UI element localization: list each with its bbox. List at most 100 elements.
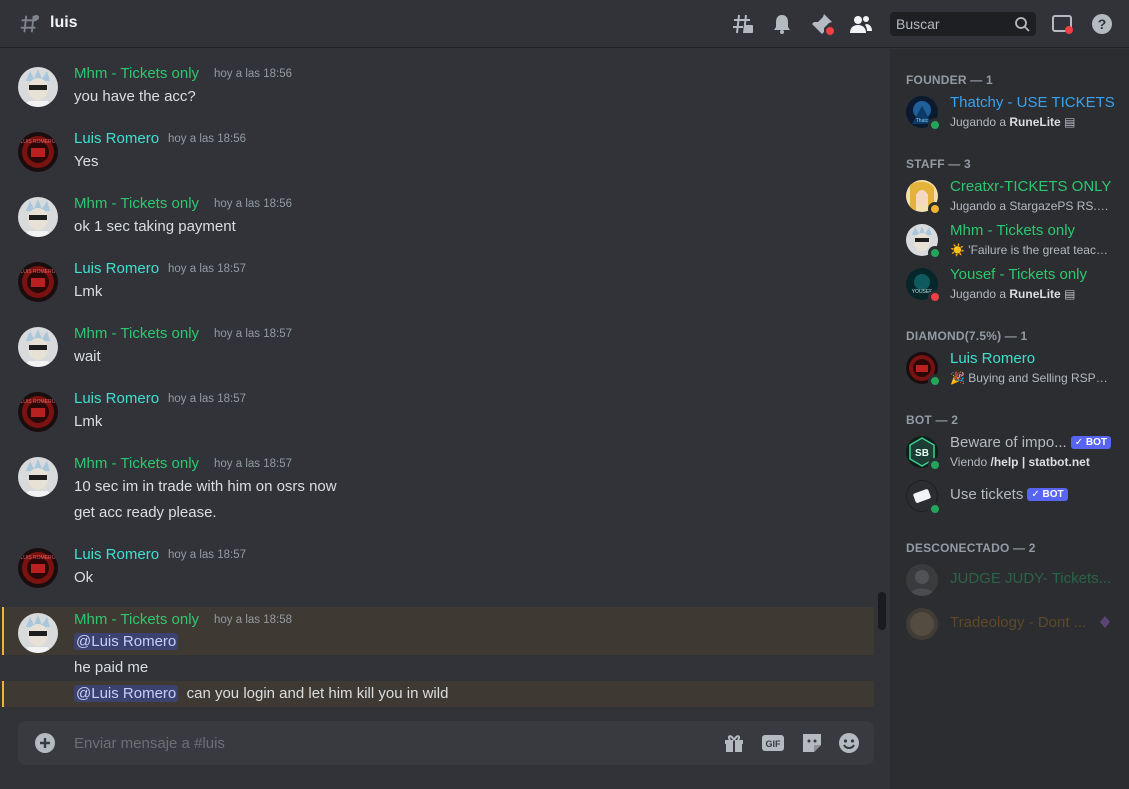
avatar[interactable] bbox=[18, 67, 58, 107]
member-item[interactable]: JUDGE JUDY- Tickets... bbox=[898, 562, 1122, 604]
message-list: Mhm - Tickets only hoy a las 18:56 you h… bbox=[0, 49, 876, 709]
message-author[interactable]: Mhm - Tickets only bbox=[74, 611, 199, 628]
search-box[interactable] bbox=[890, 12, 1036, 36]
message-text: ok 1 sec taking payment bbox=[74, 218, 236, 235]
member-category-header: DESCONECTADO — 2 bbox=[906, 541, 1036, 555]
sticker-icon[interactable] bbox=[800, 731, 824, 755]
message-text: @Luis Romero bbox=[74, 633, 179, 650]
avatar[interactable] bbox=[18, 457, 58, 497]
message-text: Lmk bbox=[74, 413, 103, 430]
boost-gem-icon bbox=[1100, 616, 1110, 628]
message-timestamp: hoy a las 18:57 bbox=[214, 328, 293, 340]
channel-header: luis ? bbox=[0, 0, 1129, 48]
message-text: Ok bbox=[74, 569, 94, 586]
status-online-icon bbox=[928, 246, 942, 260]
message-author[interactable]: Mhm - Tickets only bbox=[74, 325, 199, 342]
member-avatar bbox=[906, 564, 938, 596]
member-list-icon[interactable] bbox=[849, 12, 873, 36]
avatar[interactable]: LUIS ROMERO bbox=[18, 132, 58, 172]
avatar[interactable]: LUIS ROMERO bbox=[18, 548, 58, 588]
avatar[interactable] bbox=[18, 197, 58, 237]
add-attachment-icon[interactable] bbox=[34, 732, 56, 754]
message-author[interactable]: Luis Romero bbox=[74, 260, 159, 277]
member-item[interactable]: Creatxr-TICKETS ONLY Jugando a StargazeP… bbox=[898, 178, 1122, 220]
status-online-icon bbox=[928, 374, 942, 388]
message-timestamp: hoy a las 18:56 bbox=[214, 198, 293, 210]
member-name: Luis Romero bbox=[950, 350, 1036, 367]
member-item[interactable]: Thatc Thatchy - USE TICKETS Jugando a Ru… bbox=[898, 94, 1122, 136]
user-mention[interactable]: @Luis Romero bbox=[74, 633, 179, 650]
message-author[interactable]: Luis Romero bbox=[74, 130, 159, 147]
emoji-icon[interactable] bbox=[837, 731, 861, 755]
message-text: wait bbox=[74, 348, 101, 365]
avatar[interactable]: LUIS ROMERO bbox=[18, 262, 58, 302]
message-author[interactable]: Mhm - Tickets only bbox=[74, 455, 199, 472]
message-input[interactable] bbox=[74, 721, 674, 765]
inbox-icon[interactable] bbox=[1050, 12, 1074, 36]
member-name: Mhm - Tickets only bbox=[950, 222, 1076, 239]
member-activity: Viendo /help | statbot.net bbox=[950, 455, 1090, 469]
member-name: Tradeology - Dont ... bbox=[950, 614, 1087, 631]
message-author[interactable]: Mhm - Tickets only bbox=[74, 65, 199, 82]
status-online-icon bbox=[928, 502, 942, 516]
message-text: 10 sec im in trade with him on osrs now bbox=[74, 478, 337, 495]
message-timestamp: hoy a las 18:58 bbox=[214, 614, 293, 626]
message-text: you have the acc? bbox=[74, 88, 196, 105]
svg-text:LUIS ROMERO: LUIS ROMERO bbox=[20, 399, 55, 405]
user-mention[interactable]: @Luis Romero bbox=[74, 685, 179, 702]
bot-badge: ✓ BOT bbox=[1027, 488, 1068, 501]
member-activity: Jugando a RuneLite ▤ bbox=[950, 115, 1076, 129]
avatar[interactable] bbox=[18, 613, 58, 653]
member-name: Yousef - Tickets only bbox=[950, 266, 1088, 283]
member-name: JUDGE JUDY- Tickets... bbox=[950, 570, 1112, 587]
channel-title: luis bbox=[50, 14, 78, 31]
message-timestamp: hoy a las 18:57 bbox=[168, 549, 247, 561]
member-category-header: DIAMOND(7.5%) — 1 bbox=[906, 329, 1028, 343]
member-activity: 🎉 Buying and Selling RSPS a... bbox=[950, 371, 1110, 385]
chat-scrollbar[interactable] bbox=[878, 592, 886, 630]
message-author[interactable]: Luis Romero bbox=[74, 546, 159, 563]
message-text: get acc ready please. bbox=[74, 504, 217, 521]
gift-icon[interactable] bbox=[722, 731, 746, 755]
threads-icon[interactable] bbox=[731, 12, 755, 36]
member-activity: ☀️ 'Failure is the great teache... bbox=[950, 243, 1110, 257]
member-item[interactable]: Use tickets ✓ BOT bbox=[898, 478, 1122, 520]
message-text: Yes bbox=[74, 153, 99, 170]
member-item[interactable]: Mhm - Tickets only ☀️ 'Failure is the gr… bbox=[898, 222, 1122, 264]
help-icon[interactable]: ? bbox=[1090, 12, 1114, 36]
search-icon bbox=[1015, 17, 1030, 32]
message-text: Lmk bbox=[74, 283, 103, 300]
member-name: Thatchy - USE TICKETS bbox=[950, 94, 1115, 111]
notification-bell-icon[interactable] bbox=[770, 12, 794, 36]
message-author[interactable]: Mhm - Tickets only bbox=[74, 195, 199, 212]
status-idle-icon bbox=[928, 202, 942, 216]
message-text: he paid me bbox=[74, 659, 149, 676]
member-name: Beware of impo... ✓ BOT bbox=[950, 434, 1111, 451]
member-item[interactable]: YOUSEF Yousef - Tickets only Jugando a R… bbox=[898, 266, 1122, 308]
avatar[interactable]: LUIS ROMERO bbox=[18, 392, 58, 432]
svg-text:SB: SB bbox=[915, 448, 929, 459]
gif-icon[interactable]: GIF bbox=[761, 731, 785, 755]
search-input[interactable] bbox=[890, 12, 1010, 36]
message-timestamp: hoy a las 18:57 bbox=[168, 393, 247, 405]
member-item[interactable]: Luis Romero 🎉 Buying and Selling RSPS a.… bbox=[898, 350, 1122, 392]
member-category-header: BOT — 2 bbox=[906, 413, 959, 427]
member-item[interactable]: Tradeology - Dont ... bbox=[898, 606, 1122, 648]
bot-badge: ✓ BOT bbox=[1070, 436, 1111, 449]
member-name: Use tickets ✓ BOT bbox=[950, 486, 1068, 503]
threads-hash-icon bbox=[20, 14, 40, 33]
svg-text:LUIS ROMERO: LUIS ROMERO bbox=[20, 269, 55, 275]
message-timestamp: hoy a las 18:57 bbox=[214, 458, 293, 470]
message-timestamp: hoy a las 18:56 bbox=[214, 68, 293, 80]
status-online-icon bbox=[928, 458, 942, 472]
member-activity: Jugando a RuneLite ▤ bbox=[950, 287, 1076, 301]
message-timestamp: hoy a las 18:57 bbox=[168, 263, 247, 275]
message-author[interactable]: Luis Romero bbox=[74, 390, 159, 407]
message-composer[interactable]: GIF bbox=[18, 721, 874, 765]
pinned-messages-icon[interactable] bbox=[810, 12, 834, 36]
avatar[interactable] bbox=[18, 327, 58, 367]
svg-text:LUIS ROMERO: LUIS ROMERO bbox=[20, 555, 55, 561]
svg-text:LUIS ROMERO: LUIS ROMERO bbox=[20, 139, 55, 145]
svg-text:?: ? bbox=[1098, 16, 1107, 32]
member-item[interactable]: SB Beware of impo... ✓ BOT Viendo /help |… bbox=[898, 434, 1122, 476]
